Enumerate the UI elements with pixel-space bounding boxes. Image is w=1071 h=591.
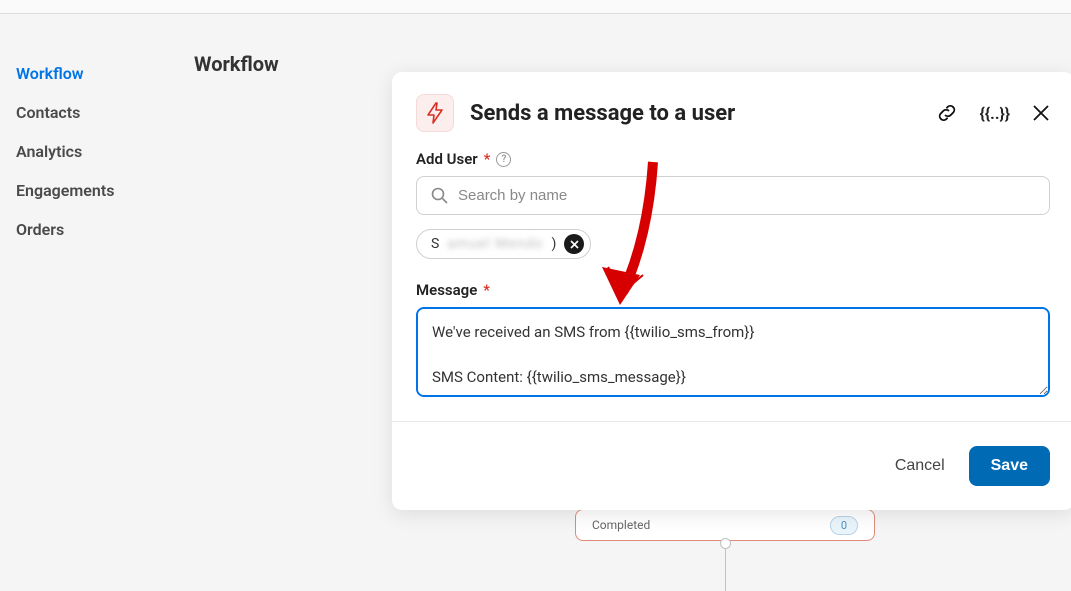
user-search-field[interactable] xyxy=(416,176,1050,215)
required-marker: * xyxy=(483,281,490,299)
chip-text-redacted: amuel Mendo xyxy=(447,236,543,252)
modal-title: Sends a message to a user xyxy=(470,101,936,126)
sidebar: Workflow Contacts Analytics Engagements … xyxy=(0,14,190,576)
chip-text-prefix: S xyxy=(431,236,439,252)
sidebar-item-workflow[interactable]: Workflow xyxy=(16,54,190,93)
chip-remove-button[interactable] xyxy=(564,234,584,254)
help-icon[interactable]: ? xyxy=(496,152,511,167)
cancel-button[interactable]: Cancel xyxy=(895,457,945,475)
search-input[interactable] xyxy=(458,187,1035,204)
user-chip: Samuel Mendo) xyxy=(416,229,591,259)
send-message-modal: Sends a message to a user {{..}} Add Use… xyxy=(392,72,1071,510)
node-label: Completed xyxy=(592,518,650,532)
close-icon[interactable] xyxy=(1032,104,1050,122)
sidebar-item-analytics[interactable]: Analytics xyxy=(16,132,190,171)
sidebar-item-engagements[interactable]: Engagements xyxy=(16,171,190,210)
message-textarea[interactable] xyxy=(416,307,1050,397)
message-label: Message * xyxy=(416,281,1050,299)
chip-text-suffix: ) xyxy=(551,236,556,252)
sidebar-item-contacts[interactable]: Contacts xyxy=(16,93,190,132)
save-button[interactable]: Save xyxy=(969,446,1050,486)
add-user-label: Add User * ? xyxy=(416,150,1050,168)
required-marker: * xyxy=(484,150,491,168)
link-icon[interactable] xyxy=(936,102,958,124)
connector-dot xyxy=(720,538,731,549)
workflow-node-completed[interactable]: Completed 0 xyxy=(575,509,875,541)
node-count-badge: 0 xyxy=(830,516,858,535)
close-icon xyxy=(570,240,579,249)
sidebar-item-orders[interactable]: Orders xyxy=(16,210,190,249)
search-icon xyxy=(431,187,448,204)
variables-icon[interactable]: {{..}} xyxy=(980,104,1010,123)
bolt-icon xyxy=(416,94,454,132)
page-title: Workflow xyxy=(194,52,279,76)
